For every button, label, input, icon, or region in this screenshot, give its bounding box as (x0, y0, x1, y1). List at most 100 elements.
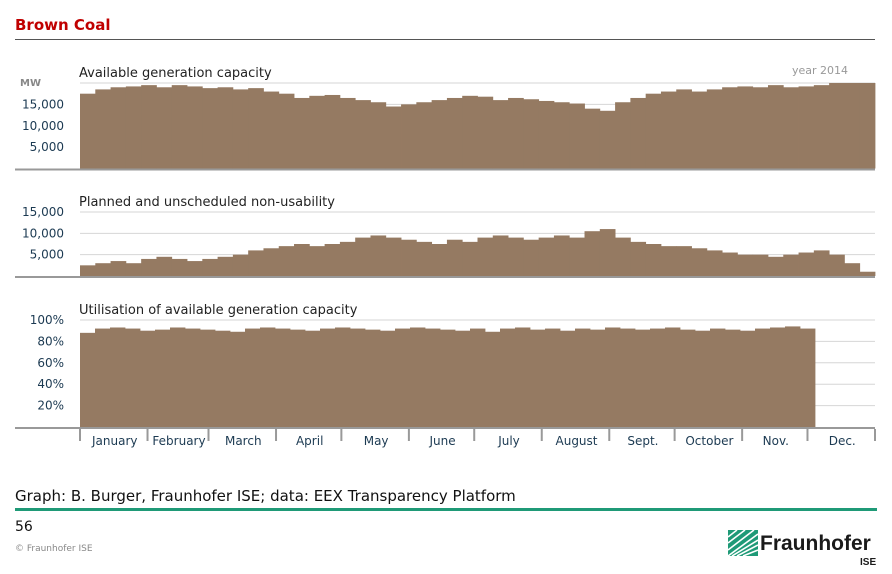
data-bar (80, 265, 96, 276)
data-bar (260, 327, 276, 427)
data-bar (230, 331, 246, 427)
data-bar (215, 330, 231, 427)
data-bar (416, 102, 433, 169)
data-bar (569, 237, 585, 276)
data-bar (80, 93, 96, 169)
data-bar (508, 237, 524, 276)
data-bar (350, 328, 366, 427)
data-bar (446, 97, 463, 169)
data-bar (232, 254, 249, 276)
data-bar (492, 235, 509, 276)
data-bar (500, 328, 516, 427)
y-tick-label: 15,000 (22, 205, 64, 219)
data-bar (515, 327, 531, 427)
data-bar (385, 237, 402, 276)
month-label: April (296, 434, 323, 448)
data-bar (722, 252, 738, 276)
data-bar (783, 254, 799, 276)
data-bar (590, 329, 606, 427)
data-bar (156, 87, 173, 169)
data-bar (767, 85, 784, 169)
data-bar (676, 246, 692, 276)
data-bar (620, 328, 636, 427)
data-bar (722, 87, 738, 169)
data-bar (305, 330, 321, 427)
data-bar (431, 244, 448, 276)
data-bar (755, 328, 771, 427)
data-bar (125, 263, 142, 276)
data-bar (202, 258, 218, 276)
month-label: October (685, 434, 733, 448)
data-bar (339, 241, 356, 276)
data-bar (650, 328, 666, 427)
data-bar (645, 244, 662, 276)
chart-panel-2: 5,000 10,000 15,000 Planned and unscheduled… (15, 195, 876, 278)
data-bar (431, 100, 448, 169)
data-bar (339, 97, 356, 169)
month-label: Dec. (829, 434, 856, 448)
data-bar (477, 237, 494, 276)
data-bar (80, 332, 96, 427)
data-bar (553, 102, 570, 169)
panel-title: Planned and unscheduled non-usability (79, 195, 335, 210)
data-bar (401, 104, 417, 169)
y-tick-label: 5,000 (30, 248, 64, 262)
data-bar (665, 327, 681, 427)
data-bar (584, 108, 601, 169)
source-credit: Graph: B. Burger, Fraunhofer ISE; data: … (15, 487, 516, 505)
data-bar (248, 88, 264, 169)
fraunhofer-logo-icon (728, 530, 758, 556)
chart-panel-3: 20% 40% 60% 80% 100% Utilisation of available… (15, 303, 875, 429)
data-bar (813, 85, 830, 169)
data-bar (440, 329, 456, 427)
data-bar (492, 100, 509, 169)
panel-title: Utilisation of available generation capa… (79, 303, 358, 318)
data-bar (530, 329, 546, 427)
data-bar (324, 244, 341, 276)
data-bar (798, 86, 815, 169)
data-bar (140, 330, 156, 427)
data-bar (523, 239, 540, 276)
data-bar (200, 329, 216, 427)
data-bar (335, 327, 351, 427)
data-bar (170, 327, 186, 427)
month-label: May (364, 434, 389, 448)
data-bar (245, 328, 261, 427)
data-bar (324, 94, 341, 169)
data-bar (232, 89, 249, 169)
data-bar (635, 329, 651, 427)
data-bar (599, 110, 616, 169)
data-bar (645, 93, 662, 169)
data-bar (110, 261, 127, 276)
data-bar (294, 97, 310, 169)
data-bar (710, 328, 726, 427)
data-bar (110, 87, 127, 169)
data-bar (263, 91, 280, 169)
data-bar (706, 250, 723, 276)
data-bar (785, 326, 801, 427)
unit-label: MW (20, 78, 41, 89)
month-label: July (497, 434, 520, 448)
data-bar (737, 86, 754, 169)
data-bar (462, 241, 478, 276)
data-bar (410, 327, 426, 427)
data-bar (294, 244, 310, 276)
data-bar (767, 256, 784, 276)
data-bar (829, 254, 845, 276)
footer-divider (15, 508, 877, 511)
data-bar (560, 330, 576, 427)
data-bar (695, 330, 711, 427)
data-bar (691, 91, 708, 169)
data-bar (477, 96, 494, 169)
month-label: February (152, 434, 205, 448)
data-bar (844, 83, 861, 169)
data-bar (320, 328, 336, 427)
data-bar (141, 85, 157, 169)
y-tick-label: 15,000 (22, 97, 64, 111)
page-number: 56 (15, 519, 33, 535)
data-bar (425, 328, 441, 427)
data-bar (813, 250, 830, 276)
data-bar (783, 87, 799, 169)
data-bar (740, 330, 756, 427)
data-bar (401, 239, 417, 276)
